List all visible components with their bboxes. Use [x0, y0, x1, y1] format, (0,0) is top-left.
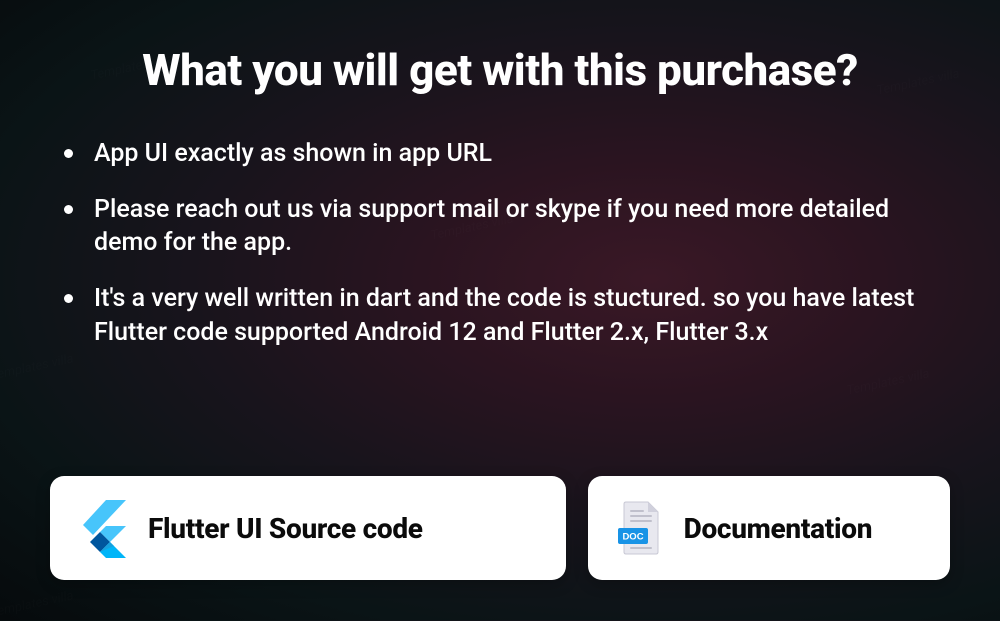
- list-item: It's a very well written in dart and the…: [60, 282, 950, 350]
- watermark-text: Templates villa: [875, 66, 961, 98]
- card-label: Documentation: [684, 512, 873, 545]
- documentation-card[interactable]: DOC Documentation: [588, 476, 950, 580]
- card-label: Flutter UI Source code: [148, 512, 423, 545]
- flutter-source-card[interactable]: Flutter UI Source code: [50, 476, 566, 580]
- flutter-icon: [78, 498, 128, 558]
- list-item: App UI exactly as shown in app URL: [60, 137, 950, 171]
- feature-list: App UI exactly as shown in app URL Pleas…: [50, 137, 950, 372]
- document-icon: DOC: [616, 500, 664, 556]
- page-title: What you will get with this purchase?: [142, 45, 858, 97]
- watermark-text: Templates villa: [0, 588, 75, 620]
- svg-text:DOC: DOC: [622, 532, 643, 543]
- list-item: Please reach out us via support mail or …: [60, 193, 950, 261]
- deliverables-row: Flutter UI Source code DOC Documentation: [50, 476, 950, 580]
